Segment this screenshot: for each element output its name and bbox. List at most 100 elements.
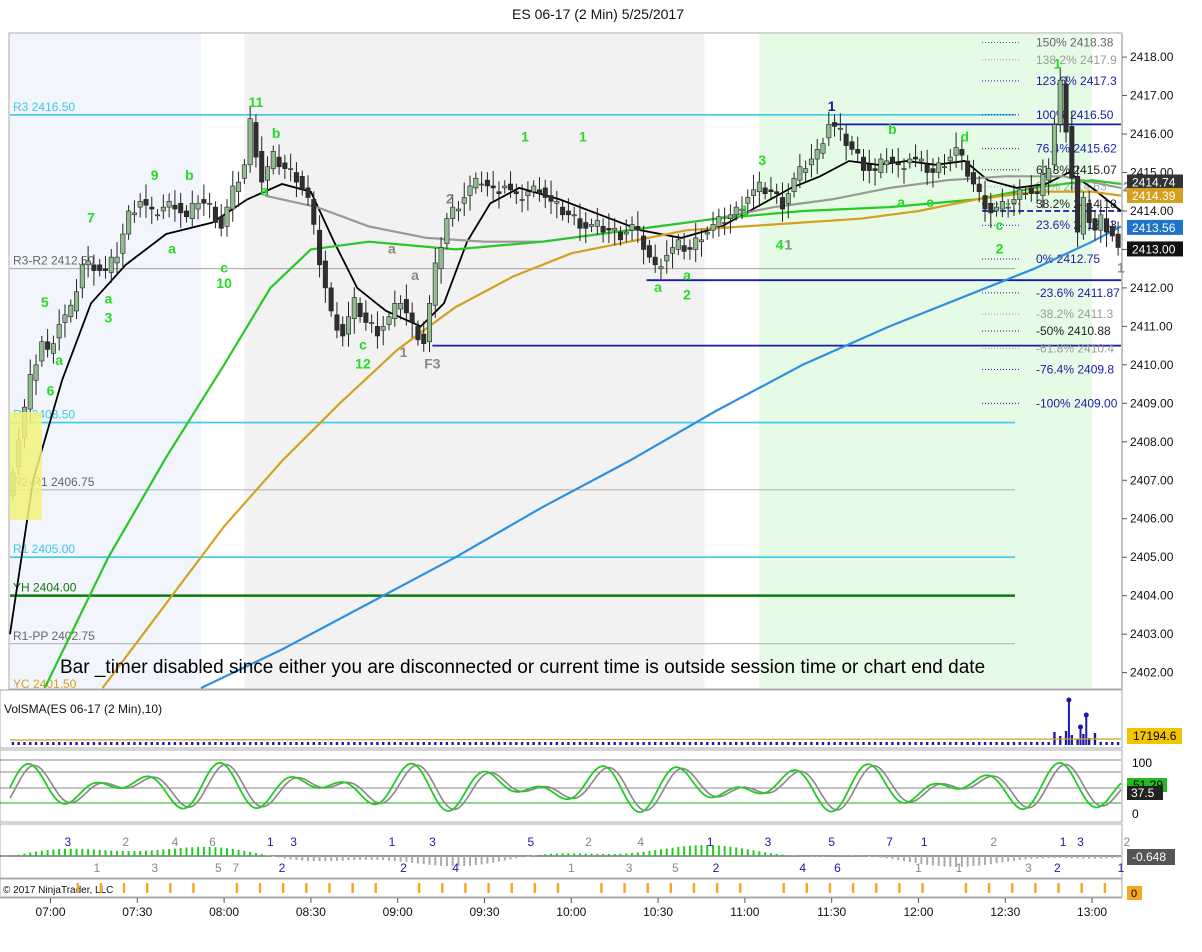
macd-bar-786: [1111, 856, 1114, 859]
candle-body-48: [288, 168, 294, 170]
volume-bar-706: [879, 742, 883, 745]
macd-bar-672: [781, 854, 784, 856]
candle-body-168: [982, 195, 988, 210]
macd-bar-576: [503, 856, 506, 861]
macd-bar-628: [654, 850, 657, 856]
candle-body-101: [594, 220, 600, 227]
volume-bar-554: [439, 742, 443, 745]
volume-bar-534: [382, 742, 385, 745]
candle-body-154: [901, 168, 907, 170]
candle-body-109: [641, 235, 647, 250]
volume-bar-594: [555, 742, 559, 745]
macd-label-18: 4: [637, 835, 644, 849]
session-marker-487: [258, 883, 262, 893]
macd-bar-512: [318, 856, 321, 862]
macd-bar-742: [984, 856, 987, 865]
wave-label-20: 2: [446, 190, 454, 206]
session-marker-631: [669, 883, 673, 893]
macd-bar-760: [1036, 856, 1039, 859]
macd-label-10: 2: [279, 861, 286, 875]
shaded-regions: [10, 34, 1093, 688]
volume-bar-440: [110, 742, 113, 745]
macd-bar-436: [98, 849, 101, 856]
macd-bar-764: [1047, 856, 1050, 859]
candle-body-191: [1115, 233, 1121, 248]
volume-bar-548: [422, 742, 425, 745]
macd-bar-664: [758, 851, 761, 856]
volume-spike-dot-2: [1083, 712, 1089, 718]
candle-body-92: [542, 187, 548, 198]
pivot-label-5: YH 2404.00: [13, 581, 77, 595]
macd-bar-442: [116, 850, 119, 856]
candle-body-70: [415, 326, 421, 341]
candle-body-114: [670, 247, 676, 254]
volume-bar-430: [81, 742, 84, 745]
volume-bar-674: [787, 742, 790, 745]
macd-bar-746: [995, 856, 998, 864]
candle-body-28: [172, 204, 178, 210]
volume-bar-728: [943, 742, 946, 745]
macd-bar-418: [46, 849, 49, 856]
volume-bar-538: [393, 742, 396, 745]
candle-body-16: [102, 268, 108, 271]
macd-label-9: 3: [290, 835, 297, 849]
volume-bar-756: [1024, 742, 1027, 745]
candle-body-23: [143, 199, 149, 206]
price-tick-label-16: 2418.00: [1130, 50, 1174, 64]
macd-bar-660: [746, 849, 749, 856]
wave-label-11: 11: [249, 94, 264, 110]
volume-bar-580: [515, 742, 518, 745]
macd-bar-710: [891, 856, 894, 860]
volume-bar-626: [648, 742, 651, 745]
candle-body-84: [496, 191, 502, 194]
price-tick-label-6: 2408.00: [1130, 435, 1174, 449]
candle-body-177: [1034, 191, 1040, 194]
time-tick-label-4: 09:00: [383, 905, 413, 919]
macd-bar-470: [197, 847, 200, 856]
candle-body-185: [1080, 197, 1086, 235]
volume-bar-668: [769, 742, 773, 745]
macd-bar-574: [497, 856, 500, 862]
volume-bar-750: [1006, 742, 1010, 745]
candle-body-173: [1011, 199, 1017, 204]
candle-body-188: [1098, 214, 1104, 231]
candle-body-171: [999, 201, 1005, 210]
macd-bar-602: [578, 853, 581, 856]
macd-bar-712: [897, 856, 900, 861]
wave-label-31: b: [888, 121, 897, 137]
candle-body-85: [502, 185, 508, 189]
volume-bar-744: [989, 742, 993, 745]
stoch-badge-d: 37.5: [1131, 786, 1155, 800]
candle-body-130: [762, 187, 768, 194]
time-tick-label-12: 13:00: [1077, 905, 1107, 919]
macd-label-19: 3: [626, 861, 633, 875]
candle-body-158: [924, 164, 930, 173]
macd-bar-592: [550, 853, 553, 856]
volume-bar-426: [69, 742, 72, 745]
candle-body-110: [646, 245, 652, 258]
volume-bar-662: [752, 742, 755, 745]
volume-bar-724: [931, 742, 935, 745]
candle-body-106: [623, 231, 629, 235]
wave-label-6: 9: [151, 167, 159, 183]
macd-bar-570: [486, 856, 489, 864]
candle-body-117: [687, 247, 693, 250]
macd-bar-554: [440, 856, 443, 866]
volume-bar-532: [376, 742, 379, 745]
candle-body-74: [438, 247, 444, 269]
macd-bar-590: [544, 854, 547, 856]
macd-bar-450: [139, 850, 142, 856]
macd-bar-618: [625, 853, 628, 856]
volume-bar-442: [115, 742, 119, 745]
volume-bar-642: [694, 742, 697, 745]
volume-bar-614: [613, 742, 616, 745]
macd-bar-516: [330, 856, 333, 862]
candle-body-73: [432, 262, 438, 306]
macd-bar-750: [1007, 856, 1010, 862]
candle-body-174: [1017, 189, 1023, 200]
candle-body-60: [357, 302, 363, 318]
candle-body-189: [1104, 218, 1110, 233]
volume-bar-596: [561, 742, 564, 745]
session-marker-640: [692, 883, 696, 893]
volume-badge-text: 17194.6: [1133, 729, 1177, 743]
